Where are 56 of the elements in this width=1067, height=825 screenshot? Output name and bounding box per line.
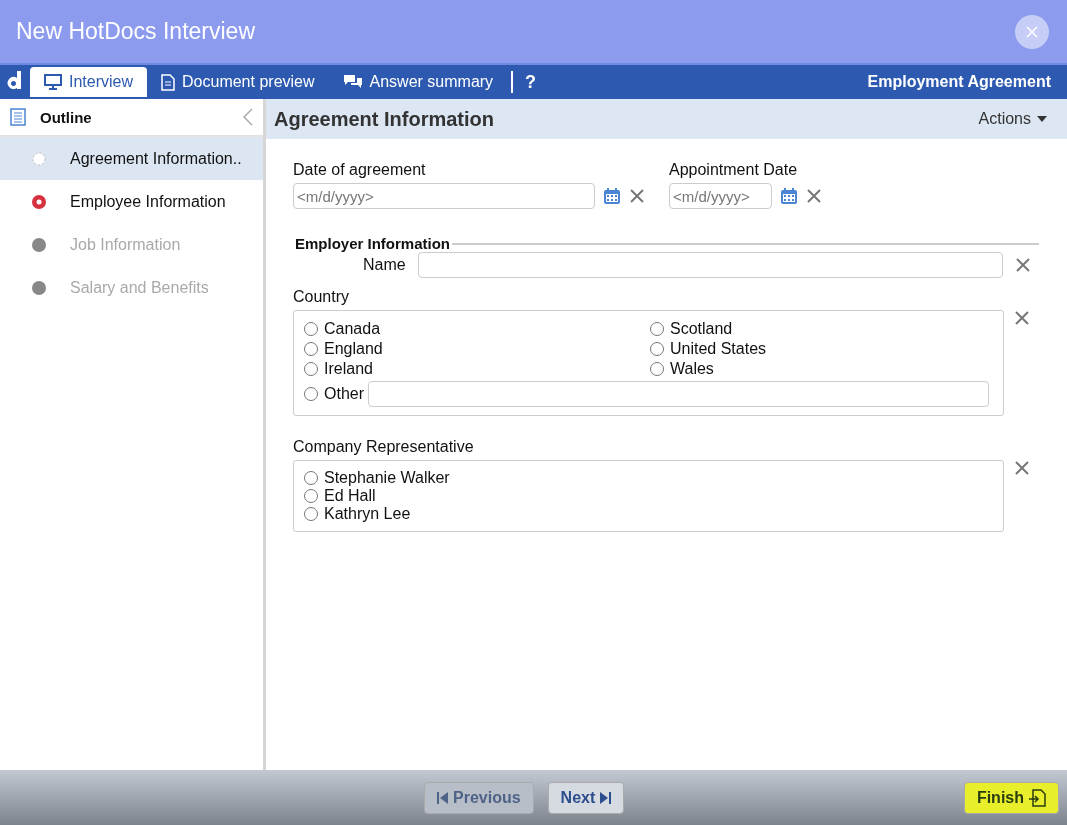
radio-option[interactable]: Other — [304, 385, 364, 403]
radio-option[interactable]: England — [304, 339, 650, 359]
field-label: Country — [293, 288, 351, 306]
skip-back-icon — [437, 790, 449, 805]
collapse-chevron-icon[interactable] — [243, 108, 253, 126]
dashed-circle-icon — [32, 151, 46, 166]
error-dot-icon — [32, 194, 46, 209]
calendar-icon[interactable] — [780, 187, 798, 205]
logo-icon — [6, 71, 22, 89]
dot-icon — [32, 280, 46, 295]
tab[interactable]: Answer summary — [328, 67, 508, 97]
close-button[interactable] — [1015, 14, 1049, 49]
help-button[interactable]: ? — [521, 72, 541, 93]
document-arrow-icon — [1028, 788, 1046, 807]
radio-option[interactable]: Scotland — [650, 319, 993, 339]
clear-icon[interactable] — [1014, 310, 1030, 326]
document-icon — [161, 73, 176, 91]
close-icon — [1025, 24, 1039, 39]
clear-icon[interactable] — [629, 188, 645, 204]
date-field[interactable]: <m/d/yyyy> — [293, 183, 595, 209]
clear-icon[interactable] — [1014, 460, 1030, 476]
caret-icon — [1037, 116, 1047, 122]
tab[interactable]: Document preview — [147, 67, 329, 97]
clear-icon[interactable] — [806, 188, 822, 204]
field-label: Company Representative — [293, 438, 475, 456]
radio-option[interactable]: Wales — [650, 359, 993, 379]
nav-button[interactable]: Finish — [963, 781, 1059, 814]
other-field[interactable] — [368, 381, 989, 407]
section-title: Employer Information — [294, 235, 452, 252]
page-title: Agreement Information — [274, 107, 495, 131]
window-title: New HotDocs Interview — [16, 18, 256, 45]
radio-option[interactable]: Ireland — [304, 359, 650, 379]
chat-bubbles-icon — [342, 74, 363, 90]
tab[interactable]: Interview — [30, 67, 148, 97]
field-label: Appointment Date — [669, 161, 799, 179]
radio-option[interactable]: Kathryn Lee — [304, 505, 993, 523]
nav-button[interactable]: Next — [547, 781, 625, 814]
date-field[interactable]: <m/d/yyyy> — [669, 183, 772, 209]
field-label: Name — [363, 256, 406, 274]
radio-option[interactable]: United States — [650, 339, 993, 359]
list-icon — [10, 108, 26, 126]
skip-forward-icon — [599, 790, 612, 805]
clear-icon[interactable] — [1014, 257, 1031, 273]
radio-option[interactable]: Stephanie Walker — [304, 469, 993, 487]
outline-item[interactable]: Agreement Information.. — [0, 137, 263, 180]
radio-option[interactable]: Ed Hall — [304, 487, 993, 505]
field-label: Date of agreement — [293, 161, 427, 179]
dot-icon — [32, 237, 46, 252]
outline-item[interactable]: Employee Information — [0, 180, 263, 223]
document-title: Employment Agreement — [867, 73, 1051, 91]
actions-menu[interactable]: Actions — [972, 109, 1053, 129]
outline-title: Outline — [40, 108, 92, 126]
radio-option[interactable]: Canada — [304, 319, 650, 339]
name-field[interactable] — [417, 252, 1003, 278]
monitor-icon — [44, 74, 62, 90]
calendar-icon[interactable] — [603, 187, 621, 205]
